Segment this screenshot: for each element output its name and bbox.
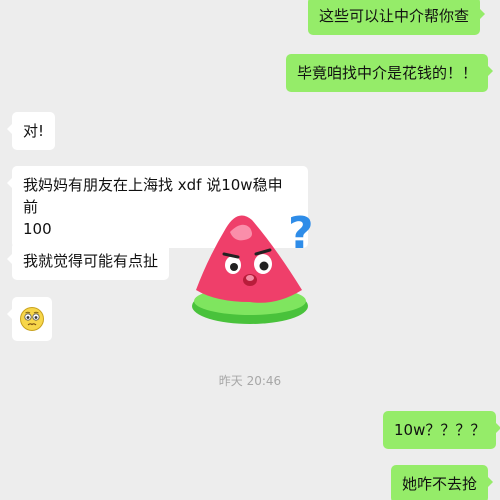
worried-face-emoji-icon [20, 307, 44, 331]
watermelon-question-sticker-icon[interactable]: ? [186, 198, 326, 328]
message-bubble-incoming[interactable] [7, 297, 52, 341]
message-bubble-outgoing[interactable]: 毕竟咱找中介是花钱的！！ [286, 54, 494, 92]
message-bubble-incoming[interactable]: 我就觉得可能有点扯 [6, 242, 170, 280]
message-bubble-outgoing[interactable]: 10w？？？？ [383, 411, 500, 449]
message-timestamp: 昨天 20:46 [218, 374, 282, 388]
message-bubble-incoming[interactable]: 对! [6, 112, 56, 150]
question-mark-glyph: ? [288, 208, 314, 259]
message-bubble-outgoing[interactable]: 这些可以让中介帮你查 [308, 0, 486, 35]
message-bubble-outgoing[interactable]: 她咋不去抢 [391, 465, 494, 500]
chat-conversation: 这些可以让中介帮你查 毕竟咱找中介是花钱的！！ 对! 我妈妈有朋友在上海找 xd… [0, 0, 500, 500]
